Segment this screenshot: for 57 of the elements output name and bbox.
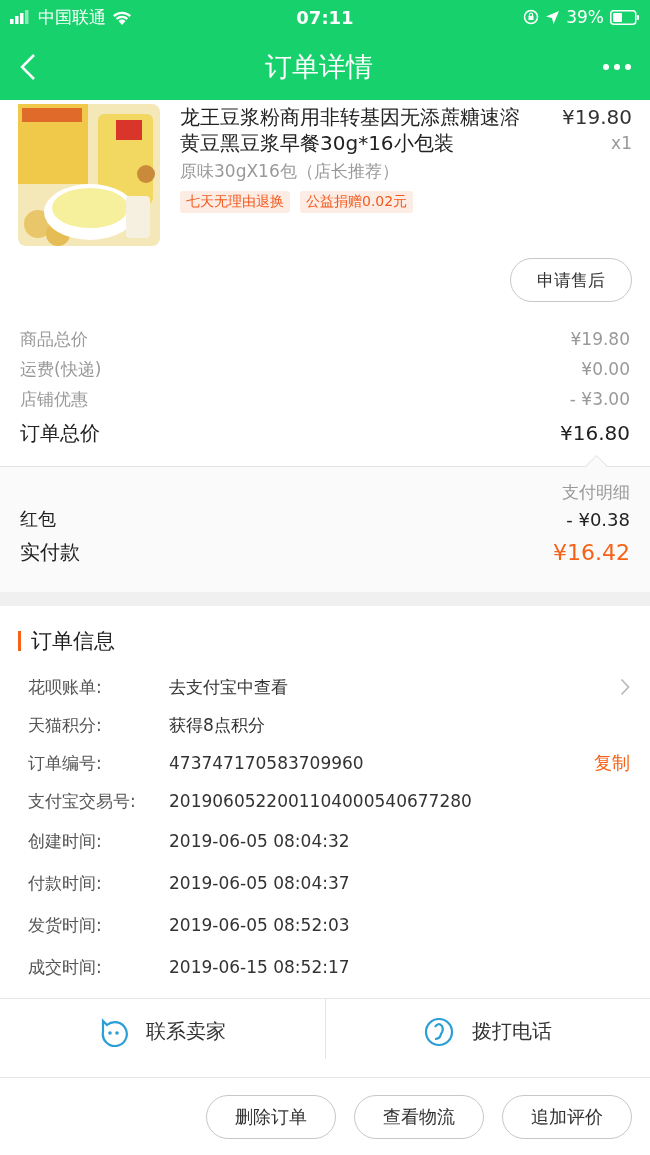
location-arrow-icon xyxy=(545,9,561,25)
price-label: 商品总价 xyxy=(20,327,88,351)
contact-button[interactable]: 联系卖家 xyxy=(0,999,325,1059)
product-spec: 原味30gX16包（店长推荐） xyxy=(180,160,400,183)
contact-button[interactable]: 拨打电话 xyxy=(324,999,650,1059)
info-label: 创建时间: xyxy=(28,829,103,853)
signal-icon xyxy=(10,10,32,24)
info-value: 473747170583709960 xyxy=(169,753,365,773)
order-action-button[interactable]: 查看物流 xyxy=(354,1094,484,1139)
section-marker xyxy=(18,631,21,651)
wifi-icon xyxy=(112,9,132,25)
payment-label: 实付款 xyxy=(20,538,80,566)
battery-icon xyxy=(610,9,640,25)
info-value: 2019-06-05 08:52:03 xyxy=(169,915,351,935)
section-title: 订单信息 xyxy=(31,628,115,655)
payment-label: 红包 xyxy=(20,507,56,531)
info-link[interactable]: 去支付宝中查看 xyxy=(169,675,620,699)
info-value: 2019060522001104000540677280 xyxy=(169,791,473,811)
back-button[interactable] xyxy=(20,53,36,81)
price-value: ¥0.00 xyxy=(581,359,630,379)
price-value: ¥16.80 xyxy=(560,421,630,445)
info-value: 2019-06-15 08:52:17 xyxy=(169,957,351,977)
service-tag: 七天无理由退换 xyxy=(180,191,290,213)
price-value: ¥19.80 xyxy=(570,329,630,349)
info-label: 付款时间: xyxy=(28,871,103,895)
info-value: 2019-06-05 08:04:32 xyxy=(169,831,351,851)
back-icon xyxy=(20,53,36,81)
info-label: 发货时间: xyxy=(28,913,103,937)
product-title: 龙王豆浆粉商用非转基因无添蔗糖速溶黄豆黑豆浆早餐30g*16小包装 xyxy=(180,104,521,156)
info-value: 2019-06-05 08:04:37 xyxy=(169,873,351,893)
product-price: ¥19.80 xyxy=(562,104,632,130)
price-label: 订单总价 xyxy=(20,419,100,447)
after-sale-button[interactable]: 申请售后 xyxy=(510,258,632,302)
rotation-lock-icon xyxy=(523,9,540,25)
ear-icon xyxy=(423,1016,454,1047)
paid-amount: ¥16.42 xyxy=(553,539,630,565)
order-action-button[interactable]: 追加评价 xyxy=(502,1094,632,1139)
info-label: 天猫积分: xyxy=(28,713,103,737)
info-label: 花呗账单: xyxy=(28,675,103,699)
info-label: 成交时间: xyxy=(28,955,103,979)
more-button[interactable] xyxy=(602,63,632,71)
order-action-button[interactable]: 删除订单 xyxy=(206,1094,336,1139)
carrier-name: 中国联通 xyxy=(38,5,106,29)
price-label: 运费(快递) xyxy=(20,357,102,381)
price-label: 店铺优惠 xyxy=(20,387,88,411)
page-title: 订单详情 xyxy=(265,50,373,84)
price-value: - ¥3.00 xyxy=(569,389,630,409)
clock-time: 07:11 xyxy=(296,6,354,28)
payment-value: - ¥0.38 xyxy=(566,508,630,530)
chevron-right-icon[interactable] xyxy=(620,678,630,696)
info-label: 订单编号: xyxy=(28,751,103,775)
service-tag: 公益捐赠0.02元 xyxy=(300,191,414,213)
battery-percent: 39% xyxy=(566,7,604,27)
product-quantity: x1 xyxy=(611,132,632,155)
info-label: 支付宝交易号: xyxy=(28,789,137,813)
info-value: 获得8点积分 xyxy=(169,713,266,737)
more-icon xyxy=(602,63,632,71)
